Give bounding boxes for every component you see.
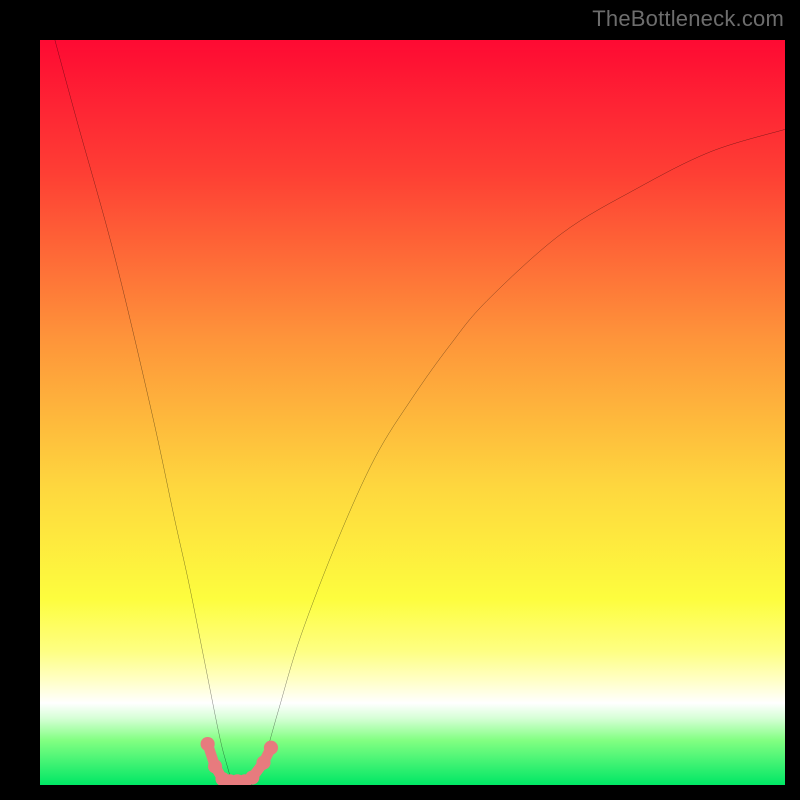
curve-layer <box>40 40 785 785</box>
minimum-marker <box>201 737 278 785</box>
attribution-text: TheBottleneck.com <box>592 6 784 32</box>
bottleneck-curve <box>55 40 785 785</box>
plot-area <box>40 40 785 785</box>
chart-frame: TheBottleneck.com <box>0 0 800 800</box>
